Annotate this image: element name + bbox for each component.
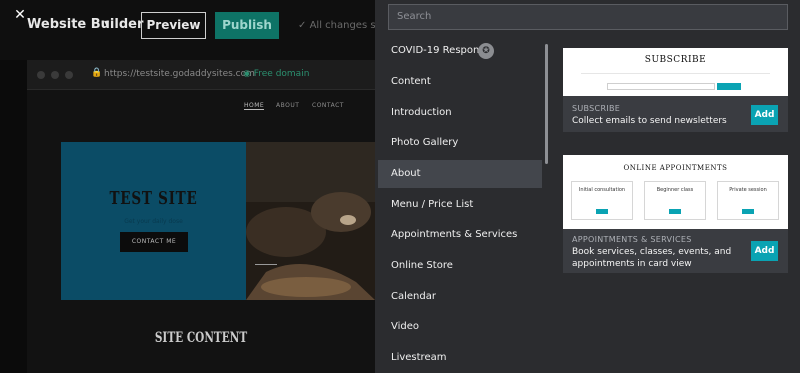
card-label: APPOINTMENTS & SERVICES: [572, 235, 692, 244]
lock-icon: 🔒: [91, 68, 103, 78]
hero-image: [246, 142, 375, 300]
category-appointments-services[interactable]: Appointments & Services: [378, 221, 542, 249]
checkmark-icon: ✓: [298, 20, 307, 31]
category-label: About: [391, 168, 421, 179]
close-icon[interactable]: ✕: [12, 7, 28, 23]
thumb-service-button: [669, 209, 681, 214]
thumb-service-label: Beginner class: [656, 187, 694, 193]
thumb-submit-button: [717, 83, 741, 90]
thumb-service-label: Initial consultation: [578, 187, 626, 193]
category-label: Video: [391, 321, 420, 332]
top-toolbar: ✕ Website Builder ▾ Preview Publish ✓ Al…: [0, 0, 394, 60]
section-divider: [255, 264, 277, 265]
thumb-service-label: Private session: [729, 187, 767, 193]
free-domain-label: Free domain: [253, 69, 310, 79]
category-list: COVID-19 Response ✪ Content Introduction…: [378, 37, 543, 373]
category-about[interactable]: About: [378, 160, 542, 188]
category-label: COVID-19 Response: [391, 45, 491, 56]
preview-button[interactable]: Preview: [141, 12, 206, 39]
category-content[interactable]: Content: [378, 68, 542, 96]
site-nav-contact[interactable]: CONTACT: [312, 102, 344, 109]
category-introduction[interactable]: Introduction: [378, 99, 542, 127]
thumb-service-button: [742, 209, 754, 214]
app-title[interactable]: Website Builder: [27, 17, 143, 32]
subscribe-thumbnail: SUBSCRIBE: [563, 48, 788, 96]
category-scrollbar[interactable]: [545, 44, 548, 164]
category-label: Content: [391, 76, 431, 87]
category-livestream[interactable]: Livestream: [378, 344, 542, 372]
globe-icon: ◉: [243, 69, 251, 79]
category-menu-price-list[interactable]: Menu / Price List: [378, 191, 542, 219]
category-label: Online Store: [391, 260, 453, 271]
category-label: Menu / Price List: [391, 199, 474, 210]
add-appointments-button[interactable]: Add: [751, 241, 778, 261]
thumb-service-card: Initial consultation: [571, 181, 633, 220]
site-content-heading: SITE CONTENT: [154, 330, 248, 346]
section-card-subscribe[interactable]: SUBSCRIBE SUBSCRIBE Collect emails to se…: [563, 48, 788, 132]
chevron-down-icon[interactable]: ▾: [104, 18, 109, 29]
category-label: Calendar: [391, 291, 436, 302]
hero-subtitle: Get your daily dose: [124, 218, 183, 225]
search-input[interactable]: Search: [388, 4, 788, 30]
site-nav-about[interactable]: ABOUT: [276, 102, 299, 109]
hero-section[interactable]: TEST SITE Get your daily dose CONTACT ME: [61, 142, 246, 300]
category-label: Livestream: [391, 352, 447, 363]
thumb-service-button: [596, 209, 608, 214]
thumb-title: ONLINE APPOINTMENTS: [623, 164, 728, 172]
url-text: https://testsite.godaddysites.com: [104, 69, 255, 79]
window-dot-icon: [65, 71, 73, 79]
card-label: SUBSCRIBE: [572, 104, 621, 113]
category-covid-19-response[interactable]: COVID-19 Response ✪: [378, 37, 542, 65]
site-canvas: HOME ABOUT CONTACT TEST SITE Get your da…: [27, 90, 375, 373]
browser-url-bar: 🔒 https://testsite.godaddysites.com ◉ Fr…: [27, 60, 375, 90]
category-online-store[interactable]: Online Store: [378, 252, 542, 280]
card-description: Collect emails to send newsletters: [572, 116, 727, 126]
window-dot-icon: [37, 71, 45, 79]
hero-photo-graphic: [246, 142, 375, 300]
thumb-email-field: [607, 83, 715, 90]
site-nav-home[interactable]: HOME: [244, 102, 265, 110]
category-label: Photo Gallery: [391, 137, 459, 148]
hero-title: TEST SITE: [109, 188, 198, 209]
app-root: ✕ Website Builder ▾ Preview Publish ✓ Al…: [0, 0, 800, 373]
category-photo-gallery[interactable]: Photo Gallery: [378, 129, 542, 157]
section-card-appointments[interactable]: ONLINE APPOINTMENTS Initial consultation…: [563, 155, 788, 273]
award-icon: ✪: [478, 43, 494, 59]
add-subscribe-button[interactable]: Add: [751, 105, 778, 125]
thumb-service-card: Private session: [717, 181, 779, 220]
category-video[interactable]: Video: [378, 313, 542, 341]
free-domain-link[interactable]: ◉ Free domain: [243, 69, 309, 79]
thumb-divider: [581, 73, 770, 74]
window-dot-icon: [51, 71, 59, 79]
hero-contact-button[interactable]: CONTACT ME: [120, 232, 188, 252]
card-description: Book services, classes, events, and appo…: [572, 247, 732, 269]
category-calendar[interactable]: Calendar: [378, 283, 542, 311]
category-label: Introduction: [391, 107, 452, 118]
site-preview: 🔒 https://testsite.godaddysites.com ◉ Fr…: [27, 60, 375, 373]
thumb-title: SUBSCRIBE: [644, 55, 707, 65]
publish-button[interactable]: Publish: [215, 12, 279, 39]
thumb-service-card: Beginner class: [644, 181, 706, 220]
appointments-thumbnail: ONLINE APPOINTMENTS Initial consultation…: [563, 155, 788, 229]
category-label: Appointments & Services: [391, 229, 518, 240]
